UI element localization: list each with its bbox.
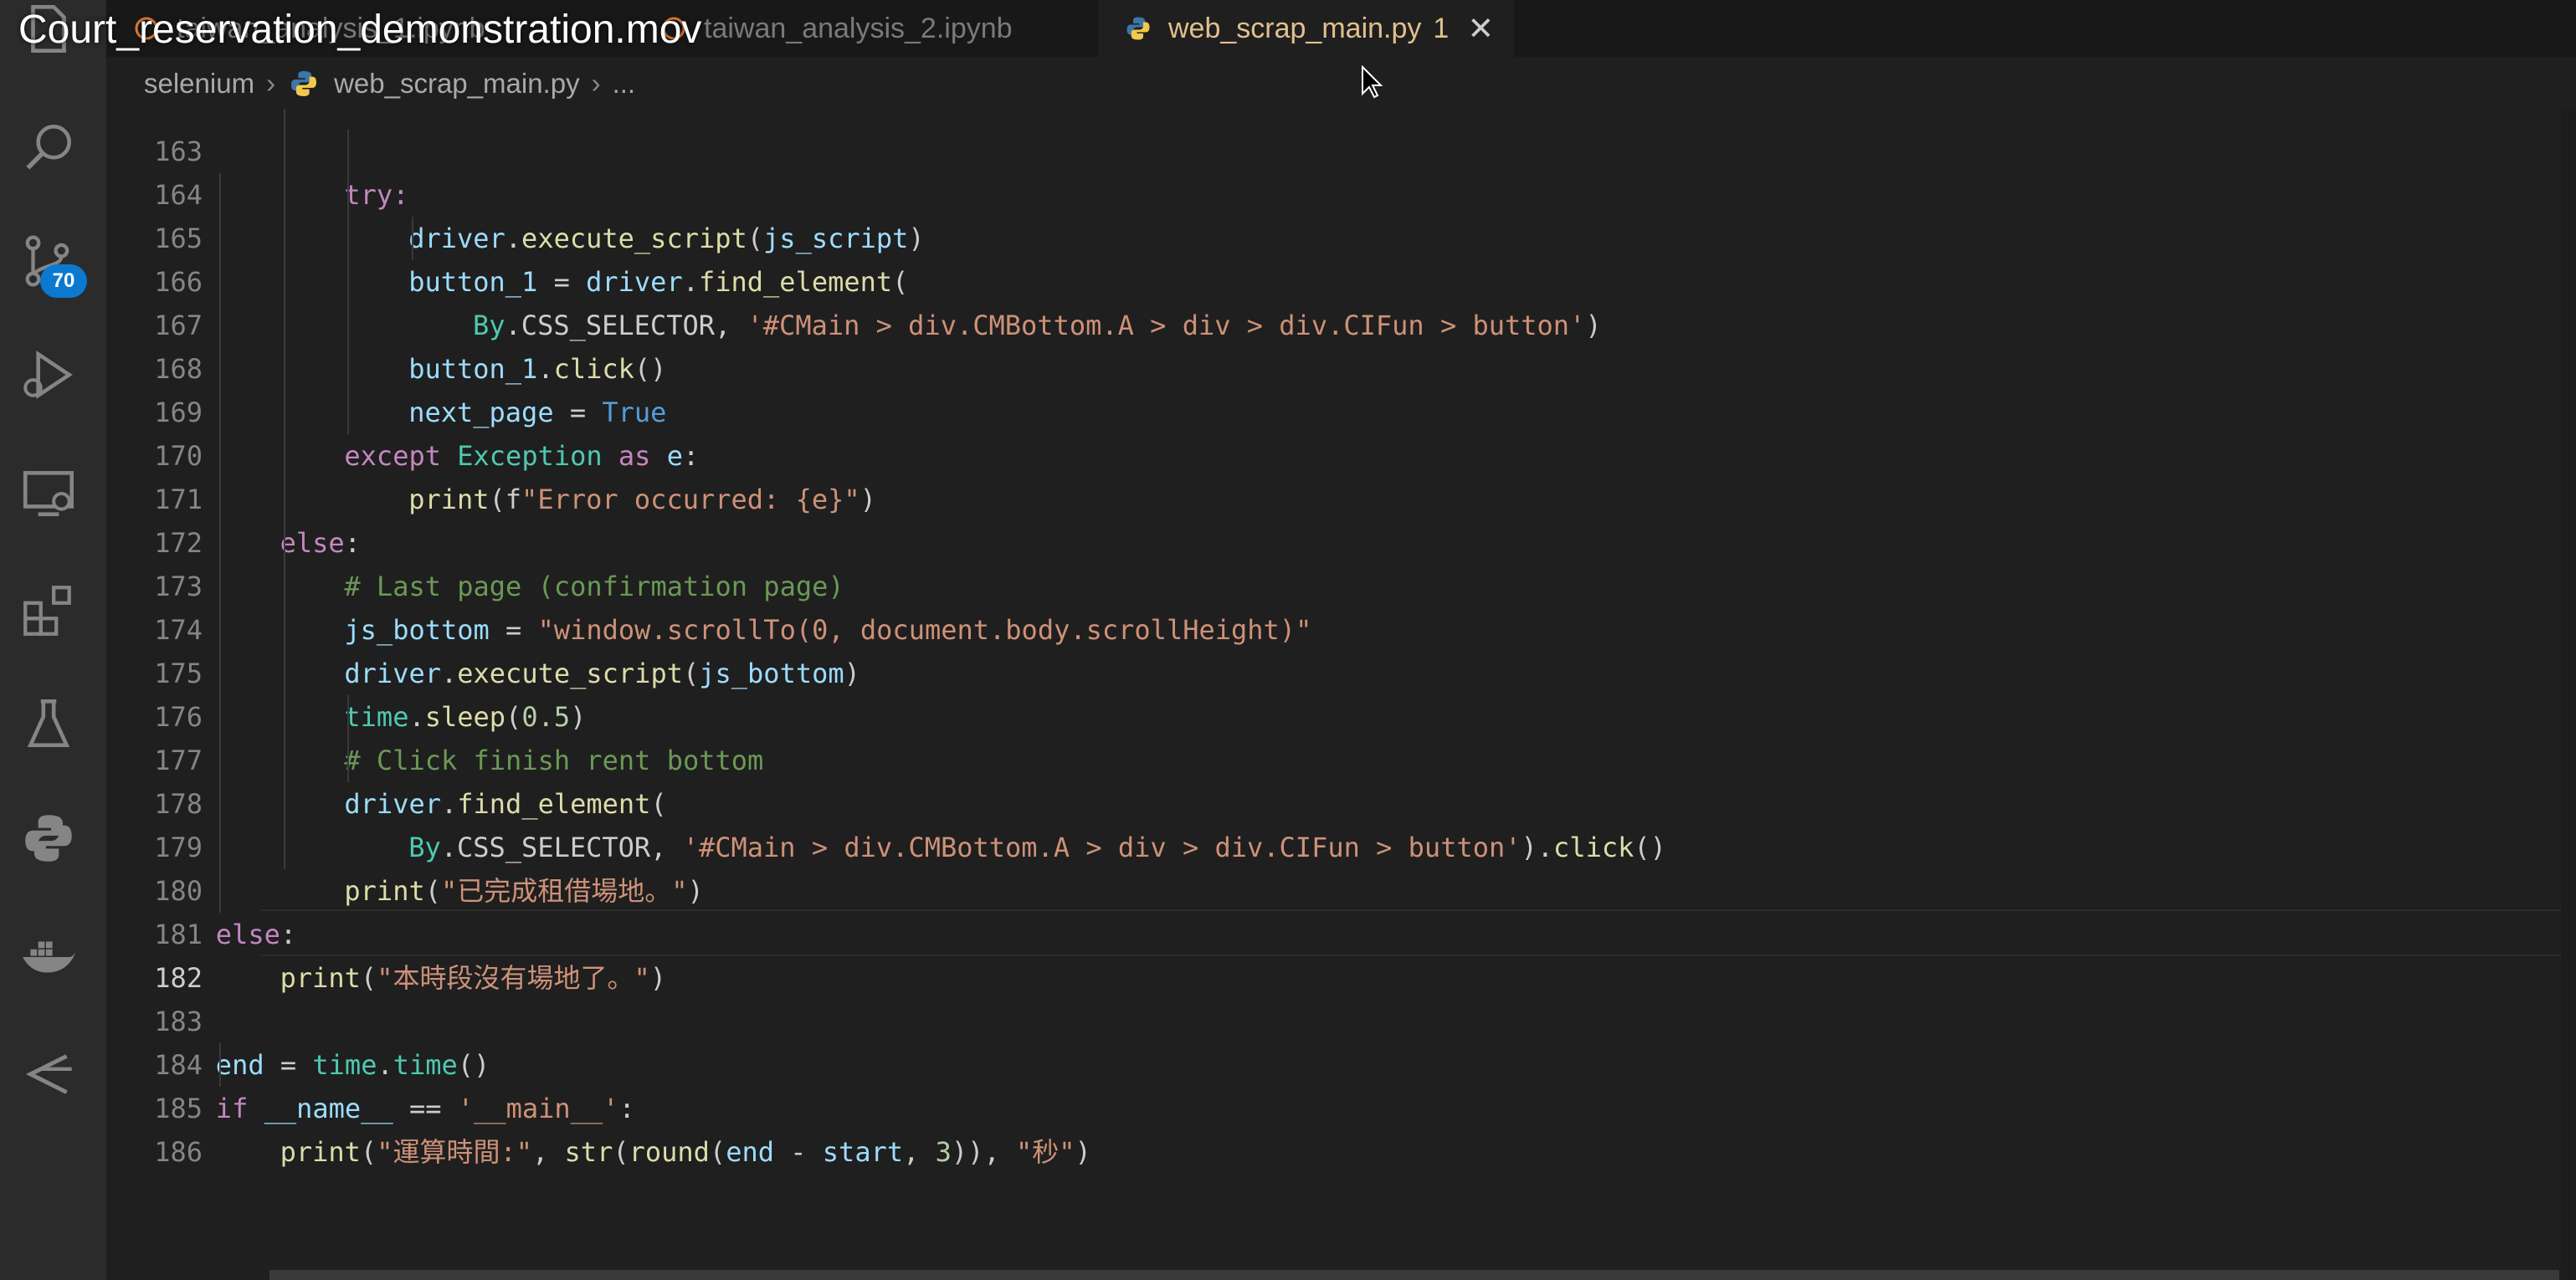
python-file-icon [1126,17,1150,40]
code-line: 171 else: [106,434,361,559]
code-text: By.CSS_SELECTOR, '#CMain > div.CMBottom.… [473,310,1602,341]
code-line: 168 next_page = True [106,304,666,428]
search-icon[interactable] [15,114,82,181]
code-line: 167 button_1.click() [106,260,666,385]
code-text: else: [280,527,361,559]
code-line: 175 time.sleep(0.5) [106,608,586,733]
code-text: print(f"Error occurred: {e}") [408,484,876,515]
activity-bar: 70 [0,0,106,1280]
code-text: else: [215,919,297,950]
python-file-icon [291,71,317,96]
code-line: 172 # Last page (confirmation page) [106,478,844,602]
tab-web-scrap-main[interactable]: web_scrap_main.py 1 ✕ [1098,0,1515,57]
code-line: 186 [106,1087,203,1168]
horizontal-scrollbar[interactable] [269,1270,2559,1280]
code-line: 178 By.CSS_SELECTOR, '#CMain > div.CMBot… [106,739,1666,863]
code-editor[interactable]: 163 try: 164 driver.execute_script(js_sc… [106,109,2576,1280]
docker-icon[interactable] [15,924,82,991]
tab-taiwan-analysis-2[interactable]: taiwan_analysis_2.ipynb [659,0,1127,57]
run-debug-icon[interactable] [15,341,82,408]
code-text: button_1 = driver.find_element( [408,266,909,298]
code-line: 185 print("運算時間:", str(round(end - start… [106,1043,1091,1168]
code-line: 181 print("本時段沒有場地了。") [106,869,666,994]
code-line: 182 [106,913,203,994]
code-line: 169 except Exception as e: [106,347,699,472]
gitlens-icon[interactable] [15,1041,82,1108]
code-text: By.CSS_SELECTOR, '#CMain > div.CMBottom.… [408,832,1666,863]
chevron-right-icon: › [591,68,601,99]
indent-guide [218,173,221,869]
code-text: time.sleep(0.5) [344,701,587,733]
line-number: 186 [154,1136,203,1168]
code-line: 183 end = time.time() [106,956,490,1081]
indent-guide [283,478,285,869]
code-line: 165 button_1 = driver.find_element( [106,173,908,298]
remote-explorer-icon[interactable] [15,460,82,527]
indent-guide [218,869,221,913]
python-icon[interactable] [15,805,82,872]
code-line: 179 print("已完成租借場地。") [106,782,704,907]
code-text: except Exception as e: [344,440,700,472]
code-text: print("已完成租借場地。") [344,875,704,907]
indent-guide [347,695,350,782]
code-text: # Last page (confirmation page) [344,571,844,602]
code-line: 180 else: [106,826,296,950]
code-text: if __name__ == '__main__': [215,1093,635,1124]
code-text: try: [344,179,409,211]
current-line-highlight [261,909,2568,956]
code-line: 170 print(f"Error occurred: {e}") [106,391,876,515]
code-line: 177 driver.find_element( [106,695,667,820]
code-text: # Click finish rent bottom [344,745,764,776]
minimap[interactable] [2561,109,2576,1280]
code-line: 166 By.CSS_SELECTOR, '#CMain > div.CMBot… [106,217,1601,341]
breadcrumb-folder[interactable]: selenium [144,68,254,100]
code-text: driver.execute_script(js_script) [408,223,925,254]
video-title: Court_reservation_demonstration.mov [18,8,702,52]
code-line: 163 try: [106,109,408,211]
tab-label: taiwan_analysis_2.ipynb [704,12,1013,44]
code-text: driver.execute_script(js_bottom) [344,658,860,689]
chevron-right-icon: › [266,68,276,99]
code-line: 174 driver.execute_script(js_bottom) [106,565,860,689]
problems-count: 1 [1433,12,1450,44]
indent-guide [218,1043,221,1087]
indent-guide [347,130,350,434]
tab-label: web_scrap_main.py [1168,12,1422,44]
code-text: end = time.time() [215,1049,490,1081]
code-text: js_bottom = "window.scrollTo(0, document… [344,614,1312,646]
source-control-badge: 70 [40,264,87,298]
code-line: 164 driver.execute_script(js_script) [106,130,924,254]
code-line: 176 # Click finish rent bottom [106,652,763,776]
code-text: next_page = True [408,397,667,428]
code-line: 184 if __name__ == '__main__': [106,1000,635,1124]
breadcrumb-file[interactable]: web_scrap_main.py [334,68,580,100]
code-text: print("本時段沒有場地了。") [280,962,666,994]
breadcrumb-symbol[interactable]: ... [613,68,636,100]
code-text: driver.find_element( [344,788,667,820]
breadcrumb: selenium › web_scrap_main.py › ... [144,60,635,107]
code-text: print("運算時間:", str(round(end - start, 3)… [280,1136,1091,1168]
extensions-icon[interactable] [15,577,82,644]
indent-guide [412,217,414,260]
close-icon[interactable]: ✕ [1467,10,1494,48]
testing-icon[interactable] [15,691,82,758]
mouse-cursor-icon [1362,65,1383,99]
code-line: 173 js_bottom = "window.scrollTo(0, docu… [106,521,1311,646]
code-text: button_1.click() [408,353,667,385]
